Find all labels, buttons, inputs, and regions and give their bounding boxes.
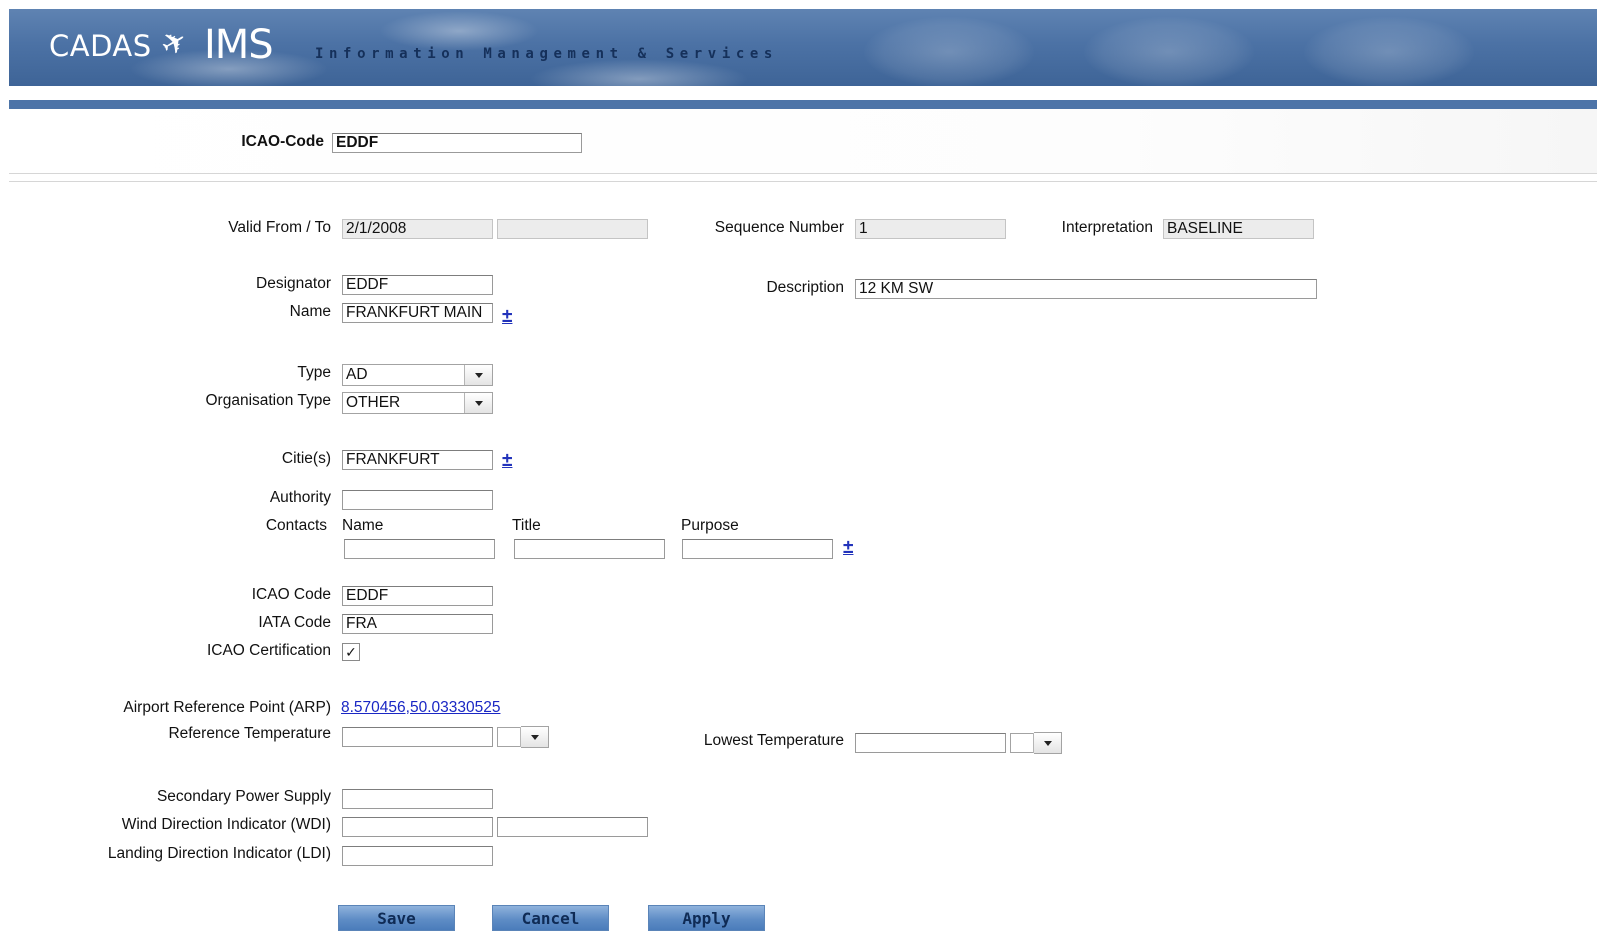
interpretation-label: Interpretation [1061,219,1153,236]
contacts-purpose-header: Purpose [681,517,739,534]
secondary-power-supply-field[interactable] [342,789,493,809]
apply-button[interactable]: Apply [648,905,765,931]
divider [9,173,1597,174]
organisation-type-value: OTHER [346,394,401,411]
icao-code-label: ICAO Code [251,586,331,603]
iata-code-field[interactable]: FRA [342,614,493,634]
icao-search-input[interactable]: EDDF [332,133,582,153]
contact-purpose-field[interactable] [682,539,833,559]
lowest-temperature-unit[interactable] [1010,733,1034,753]
type-label: Type [297,364,331,381]
icao-search-label: ICAO-Code [241,133,324,150]
reference-temperature-label: Reference Temperature [168,725,331,742]
app-header: CADAS ✈ IMS Information Management & Ser… [9,9,1597,86]
icao-certification-checkbox[interactable]: ✓ [342,643,360,661]
reference-temperature-unit-select[interactable] [520,726,549,748]
globe-decoration [864,17,1034,86]
interpretation-field[interactable]: BASELINE [1163,219,1314,239]
divider [9,181,1597,182]
description-label: Description [766,279,844,296]
organisation-type-select[interactable]: OTHER [342,392,493,414]
globe-decoration [1304,17,1474,86]
reference-temperature-field[interactable] [342,727,493,747]
lowest-temperature-unit-select[interactable] [1033,732,1062,754]
ldi-field[interactable] [342,846,493,866]
sequence-number-label: Sequence Number [714,219,844,236]
add-contact-icon[interactable]: ± [843,538,853,557]
cities-label: Citie(s) [281,450,331,467]
cloud-decoration [529,59,749,86]
secondary-power-supply-label: Secondary Power Supply [156,788,331,805]
arp-link[interactable]: 8.570456,50.03330525 [341,699,500,717]
ldi-label: Landing Direction Indicator (LDI) [107,845,331,862]
icao-code-field[interactable]: EDDF [342,586,493,606]
authority-label: Authority [269,489,331,506]
contacts-title-header: Title [512,517,541,534]
authority-field[interactable] [342,490,493,510]
sequence-number-field[interactable]: 1 [855,219,1006,239]
cloud-decoration [379,11,539,51]
name-field[interactable]: FRANKFURT MAIN [342,303,493,323]
logo-ims: IMS [204,22,274,68]
organisation-type-label: Organisation Type [205,392,331,409]
name-label: Name [289,303,331,320]
designator-field[interactable]: EDDF [342,275,493,295]
iata-code-label: IATA Code [258,614,331,631]
wdi-field-1[interactable] [342,817,493,837]
chevron-down-icon[interactable] [1033,733,1061,753]
contact-title-field[interactable] [514,539,665,559]
header-tagline: Information Management & Services [315,46,778,62]
contacts-label: Contacts [265,517,327,534]
wdi-field-2[interactable] [497,817,648,837]
save-button[interactable]: Save [338,905,455,931]
logo-cadas: CADAS [49,29,152,63]
globe-decoration [1084,17,1254,86]
wdi-label: Wind Direction Indicator (WDI) [121,816,331,833]
valid-to-field[interactable] [497,219,648,239]
cities-field[interactable]: FRANKFURT [342,450,493,470]
icao-certification-label: ICAO Certification [206,642,331,659]
valid-from-to-label: Valid From / To [228,219,331,236]
type-select[interactable]: AD [342,364,493,386]
chevron-down-icon[interactable] [520,727,548,747]
contact-name-field[interactable] [344,539,495,559]
type-select-value: AD [346,366,368,383]
add-city-icon[interactable]: ± [502,451,512,470]
lowest-temperature-label: Lowest Temperature [703,732,844,749]
lowest-temperature-field[interactable] [855,733,1006,753]
header-band [9,100,1597,109]
chevron-down-icon[interactable] [464,393,492,413]
designator-label: Designator [256,275,331,292]
valid-from-field[interactable]: 2/1/2008 [342,219,493,239]
description-field[interactable]: 12 KM SW [855,279,1317,299]
cancel-button[interactable]: Cancel [492,905,609,931]
chevron-down-icon[interactable] [464,365,492,385]
arp-label: Airport Reference Point (ARP) [123,699,331,716]
add-name-icon[interactable]: ± [502,307,512,326]
contacts-name-header: Name [342,517,384,534]
reference-temperature-unit[interactable] [497,727,521,747]
